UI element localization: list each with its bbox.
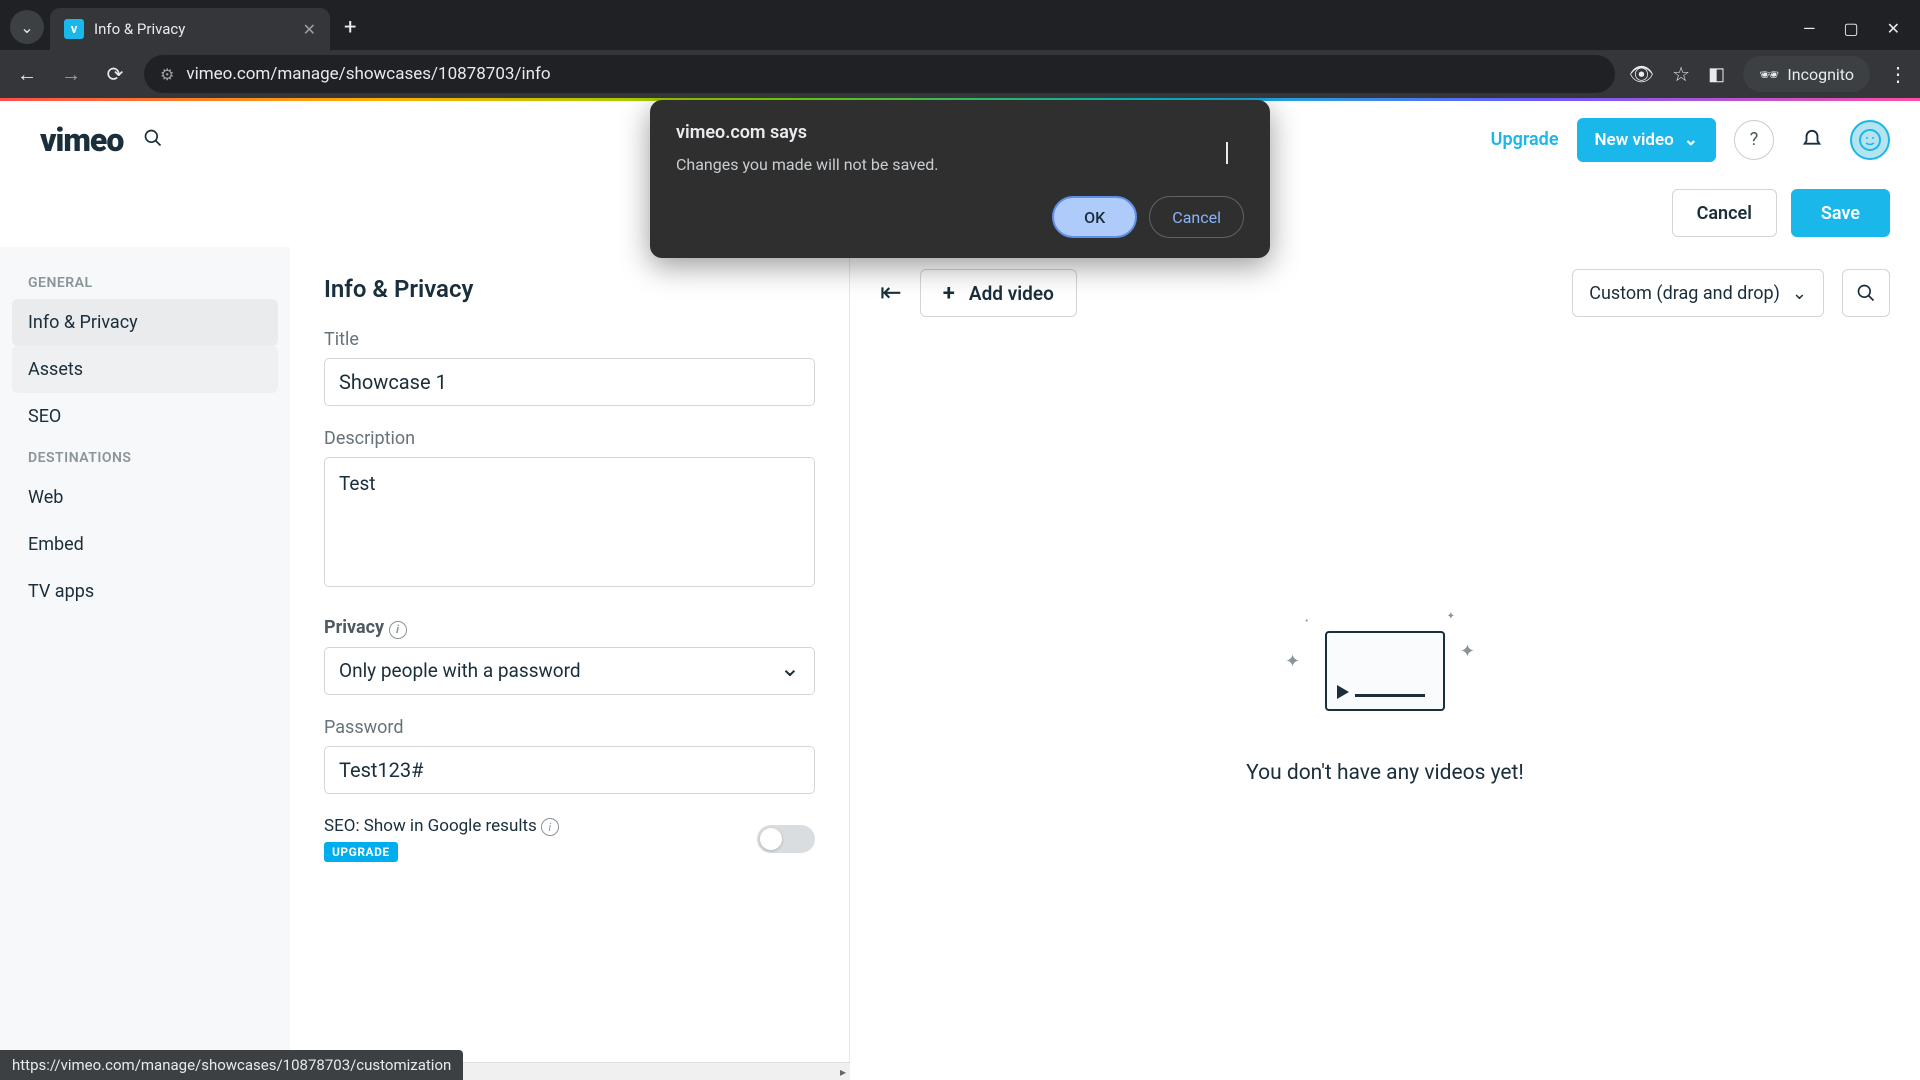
seo-toggle-label: SEO: Show in Google results (324, 816, 537, 836)
user-avatar[interactable] (1850, 120, 1890, 160)
help-button[interactable]: ? (1734, 120, 1774, 160)
sort-select[interactable]: Custom (drag and drop) ⌄ (1572, 269, 1824, 317)
browser-toolbar: ← → ⟳ ⚙ vimeo.com/manage/showcases/10878… (0, 50, 1920, 98)
empty-state: ✦ ✦ • ✦ You don't have any videos yet! (880, 337, 1890, 1058)
tab-title: Info & Privacy (94, 20, 293, 38)
search-icon[interactable] (143, 128, 163, 152)
sparkle-icon: ✦ (1285, 651, 1300, 672)
incognito-icon: 🕶 (1759, 65, 1779, 84)
privacy-label-text: Privacy (324, 617, 384, 638)
side-panel-icon[interactable]: ◧ (1708, 64, 1725, 85)
password-label: Password (324, 717, 815, 738)
sidebar-item-embed[interactable]: Embed (12, 521, 278, 568)
vimeo-logo[interactable]: vimeo (40, 121, 123, 159)
seo-toggle-row: SEO: Show in Google results i UPGRADE (324, 816, 815, 863)
sidebar-section-destinations: DESTINATIONS (12, 440, 278, 474)
sparkle-icon: ✦ (1447, 611, 1455, 622)
sidebar-item-seo[interactable]: SEO (12, 393, 278, 440)
seo-toggle[interactable] (757, 825, 815, 853)
maximize-icon[interactable]: ▢ (1843, 19, 1858, 38)
sort-value: Custom (drag and drop) (1589, 283, 1780, 304)
incognito-visibility-icon[interactable]: 👁 (1629, 62, 1654, 86)
add-video-label: Add video (969, 282, 1054, 305)
save-button[interactable]: Save (1791, 189, 1890, 237)
password-input[interactable] (324, 746, 815, 794)
empty-message: You don't have any videos yet! (1246, 761, 1524, 785)
description-input[interactable]: Test (324, 457, 815, 587)
bookmark-icon[interactable]: ☆ (1672, 62, 1690, 86)
browser-titlebar: ⌄ v Info & Privacy ✕ + ― ▢ ✕ (0, 0, 1920, 50)
chevron-down-icon: ⌄ (1684, 130, 1698, 150)
site-settings-icon[interactable]: ⚙ (160, 65, 174, 84)
privacy-label: Privacy i (324, 617, 815, 639)
browser-tab[interactable]: v Info & Privacy ✕ (50, 8, 330, 50)
info-icon[interactable]: i (541, 818, 559, 836)
incognito-label: Incognito (1787, 65, 1854, 84)
privacy-select[interactable]: Only people with a password (324, 647, 815, 695)
upgrade-link[interactable]: Upgrade (1491, 129, 1559, 150)
videos-panel: ⇤ + Add video Custom (drag and drop) ⌄ ✦… (850, 247, 1920, 1080)
page-title: Info & Privacy (324, 275, 815, 303)
page-content: vimeo Upgrade New video ⌄ ? Cancel Save … (0, 98, 1920, 1080)
privacy-value: Only people with a password (339, 659, 581, 682)
minimize-icon[interactable]: ― (1803, 19, 1816, 38)
new-video-button[interactable]: New video ⌄ (1577, 118, 1716, 162)
upgrade-badge[interactable]: UPGRADE (324, 842, 398, 862)
incognito-badge[interactable]: 🕶 Incognito (1743, 56, 1870, 92)
dialog-title: vimeo.com says (676, 122, 1244, 143)
search-videos-button[interactable] (1842, 269, 1890, 317)
sparkle-icon: ✦ (1460, 641, 1475, 662)
cancel-button[interactable]: Cancel (1672, 189, 1777, 237)
collapse-panel-icon[interactable]: ⇤ (880, 278, 902, 308)
dialog-message: Changes you made will not be saved. (676, 155, 1244, 174)
close-window-icon[interactable]: ✕ (1887, 19, 1900, 38)
empty-illustration: ✦ ✦ • ✦ (1285, 611, 1485, 731)
videos-toolbar: ⇤ + Add video Custom (drag and drop) ⌄ (880, 269, 1890, 317)
plus-icon: + (943, 281, 955, 306)
reload-button[interactable]: ⟳ (100, 62, 130, 86)
notifications-button[interactable] (1792, 120, 1832, 160)
address-bar[interactable]: ⚙ vimeo.com/manage/showcases/10878703/in… (144, 55, 1615, 93)
sidebar-item-assets[interactable]: Assets (12, 346, 278, 393)
sidebar-item-web[interactable]: Web (12, 474, 278, 521)
dialog-ok-button[interactable]: OK (1052, 196, 1137, 238)
title-label: Title (324, 329, 815, 350)
description-label: Description (324, 428, 815, 449)
sparkle-icon: • (1305, 616, 1308, 627)
status-bar: https://vimeo.com/manage/showcases/10878… (0, 1050, 463, 1080)
close-tab-icon[interactable]: ✕ (303, 20, 316, 39)
sidebar-section-general: GENERAL (12, 265, 278, 299)
dialog-cancel-button[interactable]: Cancel (1149, 196, 1244, 238)
title-input[interactable] (324, 358, 815, 406)
url-text: vimeo.com/manage/showcases/10878703/info (186, 64, 550, 84)
forward-button[interactable]: → (56, 62, 86, 87)
chevron-down-icon: ⌄ (1792, 283, 1807, 304)
settings-sidebar: GENERAL Info & Privacy Assets SEO DESTIN… (0, 247, 290, 1080)
video-frame-icon (1325, 631, 1445, 711)
main-layout: GENERAL Info & Privacy Assets SEO DESTIN… (0, 247, 1920, 1080)
tab-search-button[interactable]: ⌄ (10, 10, 44, 44)
form-panel: Info & Privacy Title Description Test Pr… (290, 247, 850, 1080)
window-controls: ― ▢ ✕ (1803, 19, 1910, 38)
chevron-down-icon: ⌄ (20, 18, 33, 37)
info-icon[interactable]: i (389, 621, 407, 639)
new-tab-button[interactable]: + (344, 15, 356, 40)
text-cursor (1226, 142, 1228, 164)
vimeo-favicon: v (64, 19, 84, 39)
new-video-label: New video (1595, 130, 1674, 150)
back-button[interactable]: ← (12, 62, 42, 87)
sidebar-item-tv-apps[interactable]: TV apps (12, 568, 278, 615)
sidebar-item-info-privacy[interactable]: Info & Privacy (12, 299, 278, 346)
add-video-button[interactable]: + Add video (920, 269, 1077, 317)
menu-icon[interactable]: ⋮ (1888, 62, 1908, 86)
confirm-dialog: vimeo.com says Changes you made will not… (650, 100, 1270, 258)
